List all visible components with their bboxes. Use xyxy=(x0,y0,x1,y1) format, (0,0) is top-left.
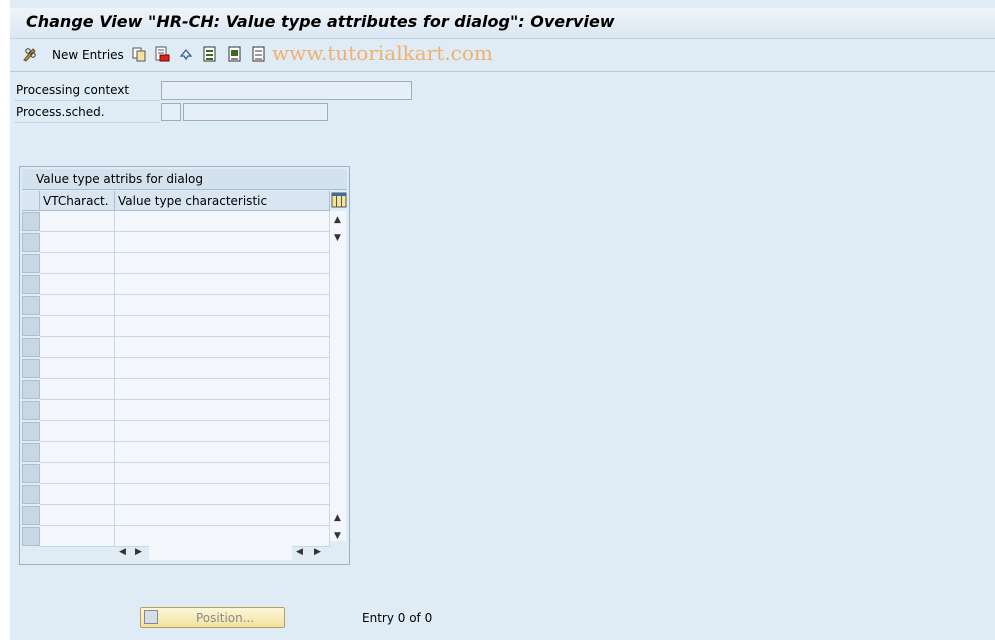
value-type-characteristic-cell[interactable] xyxy=(115,505,330,526)
value-type-characteristic-cell[interactable] xyxy=(115,526,330,547)
entry-counter: Entry 0 of 0 xyxy=(362,611,433,625)
pencil-glasses-icon[interactable] xyxy=(22,46,38,62)
value-type-characteristic-cell[interactable] xyxy=(115,484,330,505)
copy-icon[interactable] xyxy=(131,46,147,62)
table-settings-icon[interactable] xyxy=(331,192,347,208)
vtcharact-cell[interactable] xyxy=(40,358,115,379)
processing-context-input[interactable] xyxy=(161,81,412,100)
vtcharact-cell[interactable] xyxy=(40,379,115,400)
value-type-characteristic-cell[interactable] xyxy=(115,232,330,253)
position-button-label: Position... xyxy=(196,611,255,625)
scroll-left-end-icon[interactable]: ◀ xyxy=(296,547,303,557)
row-selector[interactable] xyxy=(22,401,40,420)
column-header-value-type-characteristic[interactable]: Value type characteristic xyxy=(115,191,330,211)
application-toolbar: New Entries www.tutorialkart.com xyxy=(10,39,995,72)
horizontal-scroll-track[interactable] xyxy=(149,545,292,560)
delete-icon[interactable] xyxy=(154,46,170,62)
select-all-icon[interactable] xyxy=(202,46,218,62)
value-type-table: Value type attribs for dialog VTCharact.… xyxy=(19,166,350,565)
value-type-characteristic-cell[interactable] xyxy=(115,463,330,484)
row-selector[interactable] xyxy=(22,380,40,399)
scroll-left-icon[interactable]: ◀ xyxy=(119,547,126,557)
title-bar: Change View "HR-CH: Value type attribute… xyxy=(10,8,995,39)
column-header-label: Value type characteristic xyxy=(118,194,268,208)
row-selector[interactable] xyxy=(22,506,40,525)
position-button[interactable]: Position... xyxy=(140,607,285,628)
page-title: Change View "HR-CH: Value type attribute… xyxy=(26,12,615,31)
row-selector[interactable] xyxy=(22,233,40,252)
select-block-icon[interactable] xyxy=(227,46,243,62)
vtcharact-cell[interactable] xyxy=(40,316,115,337)
vtcharact-cell[interactable] xyxy=(40,484,115,505)
vtcharact-cell[interactable] xyxy=(40,232,115,253)
value-type-characteristic-cell[interactable] xyxy=(115,421,330,442)
vtcharact-cell[interactable] xyxy=(40,463,115,484)
process-sched-input[interactable] xyxy=(161,103,181,121)
value-type-characteristic-cell[interactable] xyxy=(115,379,330,400)
position-icon xyxy=(144,610,158,624)
row-selector[interactable] xyxy=(22,527,40,546)
value-type-characteristic-cell[interactable] xyxy=(115,211,330,232)
row-selector[interactable] xyxy=(22,464,40,483)
scroll-right-icon[interactable]: ▶ xyxy=(135,547,142,557)
scroll-down-icon[interactable]: ▼ xyxy=(334,233,341,243)
row-selector[interactable] xyxy=(22,338,40,357)
scroll-up-icon[interactable]: ▲ xyxy=(334,215,341,225)
process-sched-label: Process.sched. xyxy=(16,105,105,119)
left-margin xyxy=(0,0,10,640)
deselect-all-icon[interactable] xyxy=(251,46,267,62)
column-header-label: VTCharact. xyxy=(43,194,109,208)
processing-context-label: Processing context xyxy=(16,83,130,97)
horizontal-scrollbar[interactable]: ◀ ▶ ◀ ▶ xyxy=(116,545,321,561)
table-title: Value type attribs for dialog xyxy=(36,172,204,186)
vtcharact-cell[interactable] xyxy=(40,337,115,358)
row-selector[interactable] xyxy=(22,317,40,336)
scroll-down-end-icon[interactable]: ▼ xyxy=(334,531,341,541)
value-type-characteristic-cell[interactable] xyxy=(115,253,330,274)
value-type-characteristic-cell[interactable] xyxy=(115,400,330,421)
scroll-up-end-icon[interactable]: ▲ xyxy=(334,513,341,523)
column-header-vtcharact[interactable]: VTCharact. xyxy=(40,191,115,211)
watermark-text: www.tutorialkart.com xyxy=(272,41,493,65)
undo-icon[interactable] xyxy=(178,46,194,62)
vtcharact-cell[interactable] xyxy=(40,211,115,232)
value-type-characteristic-cell[interactable] xyxy=(115,316,330,337)
table-title-bar: Value type attribs for dialog xyxy=(22,169,347,190)
vtcharact-cell[interactable] xyxy=(40,442,115,463)
vtcharact-cell[interactable] xyxy=(40,295,115,316)
value-type-characteristic-cell[interactable] xyxy=(115,442,330,463)
vtcharact-cell[interactable] xyxy=(40,526,115,547)
row-selector[interactable] xyxy=(22,443,40,462)
value-type-characteristic-cell[interactable] xyxy=(115,274,330,295)
row-selector[interactable] xyxy=(22,422,40,441)
vtcharact-cell[interactable] xyxy=(40,274,115,295)
process-sched-text-field xyxy=(183,103,328,121)
vtcharact-cell[interactable] xyxy=(40,253,115,274)
vtcharact-cell[interactable] xyxy=(40,421,115,442)
value-type-characteristic-cell[interactable] xyxy=(115,358,330,379)
scroll-right-end-icon[interactable]: ▶ xyxy=(314,547,321,557)
vtcharact-cell[interactable] xyxy=(40,400,115,421)
row-selector[interactable] xyxy=(22,296,40,315)
vertical-scrollbar[interactable]: ▲ ▼ ▲ ▼ xyxy=(330,211,346,541)
row-selector[interactable] xyxy=(22,254,40,273)
vtcharact-cell[interactable] xyxy=(40,505,115,526)
select-all-rows-header[interactable] xyxy=(22,191,40,211)
new-entries-button[interactable]: New Entries xyxy=(52,48,124,62)
row-selector[interactable] xyxy=(22,485,40,504)
row-selector[interactable] xyxy=(22,212,40,231)
row-selector[interactable] xyxy=(22,275,40,294)
value-type-characteristic-cell[interactable] xyxy=(115,295,330,316)
row-selector[interactable] xyxy=(22,359,40,378)
value-type-characteristic-cell[interactable] xyxy=(115,337,330,358)
